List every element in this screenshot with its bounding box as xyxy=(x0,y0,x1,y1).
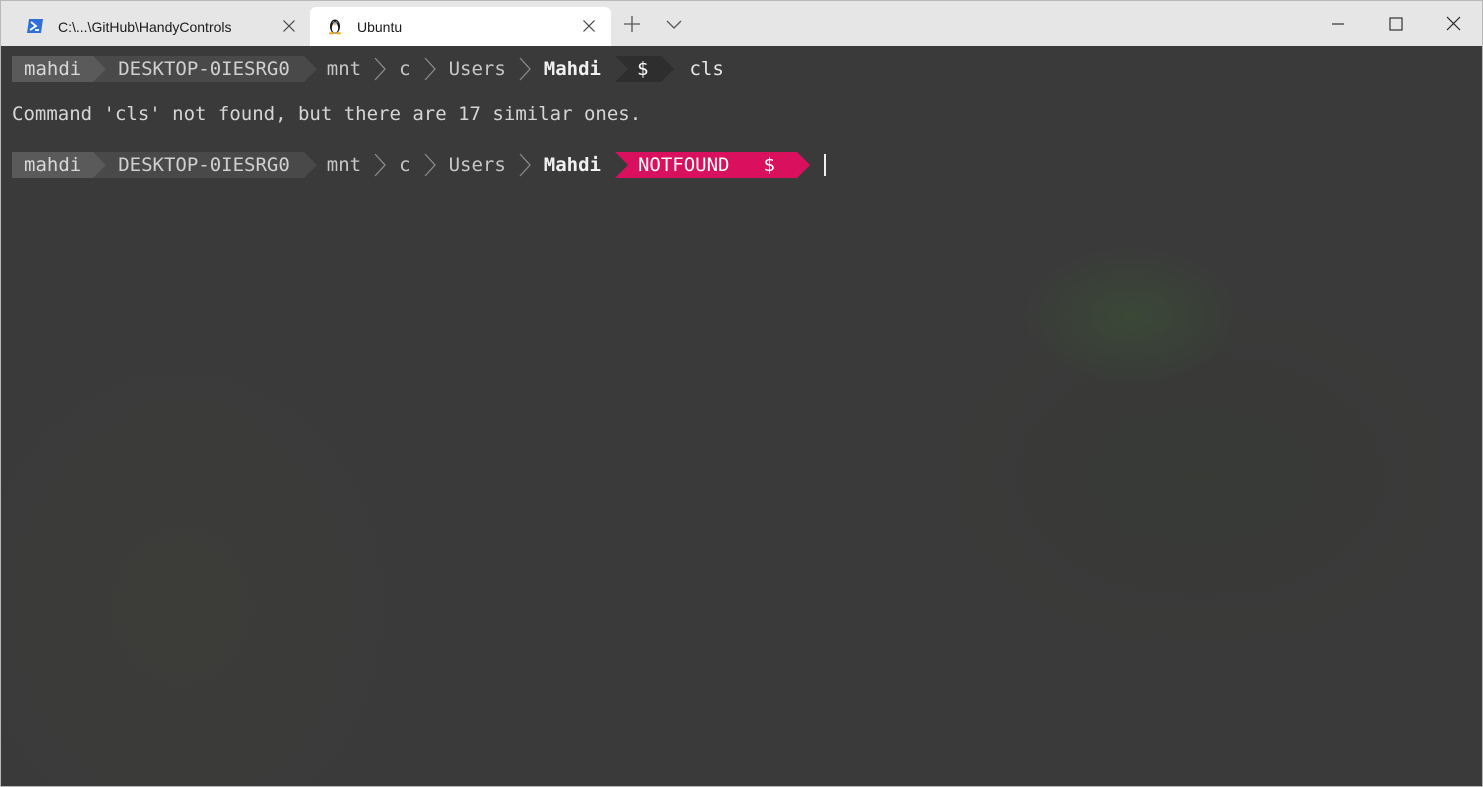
tab-powershell[interactable]: C:\...\GitHub\HandyControls xyxy=(14,7,309,46)
close-tab-icon[interactable] xyxy=(582,19,596,33)
path-separator-icon xyxy=(519,153,531,177)
tab-label: C:\...\GitHub\HandyControls xyxy=(58,19,232,35)
linux-tux-icon xyxy=(328,19,342,35)
path-segment: Users xyxy=(448,58,506,80)
prompt-line: mahdi DESKTOP-0IESRG0 mnt c Users Mahdi … xyxy=(12,152,826,178)
tab-ubuntu[interactable]: Ubuntu xyxy=(310,7,611,46)
path-separator-icon xyxy=(424,57,436,81)
path-separator-icon xyxy=(519,57,531,81)
close-window-button[interactable] xyxy=(1424,1,1482,46)
plus-icon[interactable] xyxy=(623,15,641,33)
tab-bar: C:\...\GitHub\HandyControls Ubuntu xyxy=(1,1,1482,46)
path-separator-icon xyxy=(424,153,436,177)
prompt-path: mnt c Users Mahdi xyxy=(304,56,601,82)
tab-label: Ubuntu xyxy=(357,19,403,35)
entered-command: cls xyxy=(689,58,724,80)
prompt-host: DESKTOP-0IESRG0 xyxy=(93,152,317,178)
prompt-line: mahdi DESKTOP-0IESRG0 mnt c Users Mahdi … xyxy=(12,56,724,82)
prompt-symbol: $ xyxy=(614,56,676,82)
prompt-user: mahdi xyxy=(12,152,107,178)
path-segment: Users xyxy=(448,154,506,176)
prompt-symbol: $ xyxy=(763,154,775,176)
close-icon xyxy=(1446,16,1460,31)
maximize-button[interactable] xyxy=(1367,1,1425,46)
maximize-icon xyxy=(1389,16,1403,31)
path-separator-icon xyxy=(374,153,387,177)
path-cwd: Mahdi xyxy=(543,58,601,80)
powershell-icon xyxy=(27,19,43,33)
path-segment: mnt xyxy=(326,154,362,176)
prompt-user: mahdi xyxy=(12,56,107,82)
text-cursor xyxy=(823,154,826,176)
terminal-window: C:\...\GitHub\HandyControls Ubuntu mahdi… xyxy=(0,0,1483,787)
path-segment: c xyxy=(399,154,411,176)
error-status-segment: NOTFOUND $ xyxy=(614,152,810,178)
path-separator-icon xyxy=(374,57,387,81)
chevron-down-icon[interactable] xyxy=(665,15,683,33)
prompt-path: mnt c Users Mahdi xyxy=(304,152,601,178)
close-tab-icon[interactable] xyxy=(282,19,296,33)
minimize-button[interactable] xyxy=(1309,1,1367,46)
path-segment: c xyxy=(399,58,411,80)
status-notfound: NOTFOUND xyxy=(637,154,730,176)
path-cwd: Mahdi xyxy=(543,154,601,176)
path-segment: mnt xyxy=(326,58,362,80)
minimize-icon xyxy=(1332,22,1344,25)
prompt-host: DESKTOP-0IESRG0 xyxy=(93,56,317,82)
terminal-output-area[interactable]: mahdi DESKTOP-0IESRG0 mnt c Users Mahdi … xyxy=(1,46,1482,786)
command-output: Command 'cls' not found, but there are 1… xyxy=(12,103,642,125)
